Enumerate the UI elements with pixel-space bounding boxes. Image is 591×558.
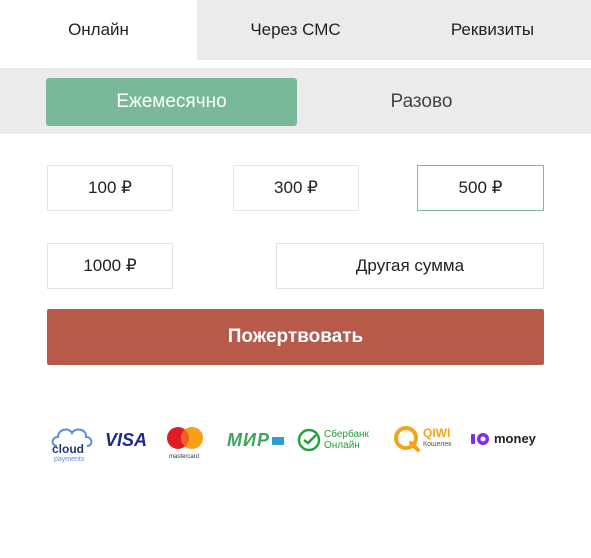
amount-1000-button[interactable]: 1000 ₽ — [47, 243, 173, 289]
qiwi-icon — [394, 426, 420, 452]
mir-text: МИР — [227, 430, 270, 450]
donate-button[interactable]: Пожертвовать — [47, 309, 544, 365]
yoomoney-text: money — [494, 431, 536, 446]
mastercard-icon: mastercard — [167, 427, 203, 460]
tab-requisites[interactable]: Реквизиты — [394, 0, 591, 60]
yoomoney-logo: money — [471, 431, 536, 446]
mir-arrow-icon — [271, 436, 284, 445]
cloud-icon: cloud payments — [51, 428, 93, 463]
amount-100-button[interactable]: 100 ₽ — [47, 165, 173, 211]
qiwi-text: QIWI Кошелек — [423, 426, 452, 448]
frequency-toggle: Ежемесячно Разово — [0, 68, 591, 134]
monthly-button[interactable]: Ежемесячно — [46, 78, 297, 126]
yoomoney-icon — [471, 432, 489, 445]
other-amount-input[interactable]: Другая сумма — [276, 243, 544, 289]
visa-text: VISA — [105, 430, 148, 450]
sberbank-icon — [297, 428, 321, 452]
mastercard-logo: mastercard — [164, 424, 206, 462]
payment-logos: cloud payments VISA mastercard МИР Сберб… — [0, 418, 591, 468]
one-time-button[interactable]: Разово — [296, 78, 547, 126]
sberbank-text: Сбербанк Онлайн — [324, 429, 369, 451]
svg-text:cloud: cloud — [52, 442, 84, 456]
tab-online[interactable]: Онлайн — [0, 0, 197, 60]
visa-logo: VISA — [105, 430, 147, 451]
amount-300-button[interactable]: 300 ₽ — [233, 165, 359, 211]
cloud-payments-logo: cloud payments — [48, 420, 98, 464]
mir-logo: МИР — [227, 430, 284, 451]
payment-method-tabs: Онлайн Через СМС Реквизиты — [0, 0, 591, 60]
qiwi-wallet-logo: QIWI Кошелек — [393, 425, 451, 453]
svg-text:mastercard: mastercard — [169, 454, 199, 460]
svg-text:payments: payments — [54, 456, 85, 463]
sberbank-online-logo: Сбербанк Онлайн — [297, 428, 369, 452]
tab-sms[interactable]: Через СМС — [197, 0, 394, 60]
amount-500-button[interactable]: 500 ₽ — [417, 165, 544, 211]
